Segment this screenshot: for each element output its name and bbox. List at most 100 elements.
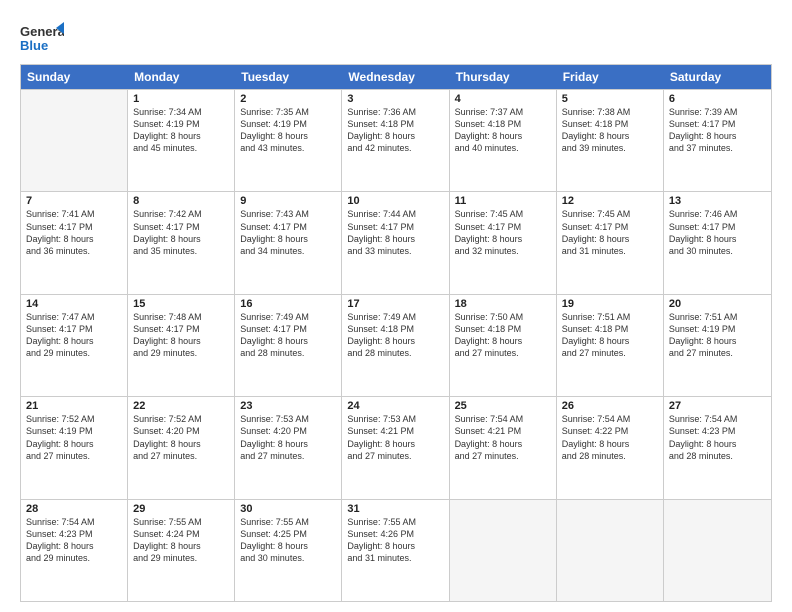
day-info: Sunrise: 7:54 AMSunset: 4:21 PMDaylight:… — [455, 413, 551, 462]
day-cell-27: 27Sunrise: 7:54 AMSunset: 4:23 PMDayligh… — [664, 397, 771, 498]
day-number: 5 — [562, 93, 658, 105]
day-number: 9 — [240, 195, 336, 207]
day-cell-13: 13Sunrise: 7:46 AMSunset: 4:17 PMDayligh… — [664, 192, 771, 293]
day-number: 16 — [240, 298, 336, 310]
day-info: Sunrise: 7:51 AMSunset: 4:19 PMDaylight:… — [669, 311, 766, 360]
day-number: 10 — [347, 195, 443, 207]
header-day-friday: Friday — [557, 65, 664, 89]
day-cell-3: 3Sunrise: 7:36 AMSunset: 4:18 PMDaylight… — [342, 90, 449, 191]
day-info: Sunrise: 7:42 AMSunset: 4:17 PMDaylight:… — [133, 208, 229, 257]
day-cell-20: 20Sunrise: 7:51 AMSunset: 4:19 PMDayligh… — [664, 295, 771, 396]
day-cell-4: 4Sunrise: 7:37 AMSunset: 4:18 PMDaylight… — [450, 90, 557, 191]
day-cell-31: 31Sunrise: 7:55 AMSunset: 4:26 PMDayligh… — [342, 500, 449, 601]
empty-cell — [557, 500, 664, 601]
empty-cell — [450, 500, 557, 601]
day-info: Sunrise: 7:34 AMSunset: 4:19 PMDaylight:… — [133, 106, 229, 155]
day-cell-19: 19Sunrise: 7:51 AMSunset: 4:18 PMDayligh… — [557, 295, 664, 396]
day-info: Sunrise: 7:46 AMSunset: 4:17 PMDaylight:… — [669, 208, 766, 257]
day-info: Sunrise: 7:55 AMSunset: 4:25 PMDaylight:… — [240, 516, 336, 565]
day-number: 3 — [347, 93, 443, 105]
header-day-monday: Monday — [128, 65, 235, 89]
empty-cell — [21, 90, 128, 191]
day-info: Sunrise: 7:48 AMSunset: 4:17 PMDaylight:… — [133, 311, 229, 360]
day-cell-8: 8Sunrise: 7:42 AMSunset: 4:17 PMDaylight… — [128, 192, 235, 293]
day-number: 19 — [562, 298, 658, 310]
day-number: 26 — [562, 400, 658, 412]
svg-text:Blue: Blue — [20, 38, 48, 53]
calendar-row-0: 1Sunrise: 7:34 AMSunset: 4:19 PMDaylight… — [21, 89, 771, 191]
day-number: 1 — [133, 93, 229, 105]
day-cell-9: 9Sunrise: 7:43 AMSunset: 4:17 PMDaylight… — [235, 192, 342, 293]
day-info: Sunrise: 7:41 AMSunset: 4:17 PMDaylight:… — [26, 208, 122, 257]
day-cell-26: 26Sunrise: 7:54 AMSunset: 4:22 PMDayligh… — [557, 397, 664, 498]
day-number: 28 — [26, 503, 122, 515]
day-info: Sunrise: 7:47 AMSunset: 4:17 PMDaylight:… — [26, 311, 122, 360]
day-number: 21 — [26, 400, 122, 412]
day-cell-25: 25Sunrise: 7:54 AMSunset: 4:21 PMDayligh… — [450, 397, 557, 498]
day-cell-1: 1Sunrise: 7:34 AMSunset: 4:19 PMDaylight… — [128, 90, 235, 191]
header-day-saturday: Saturday — [664, 65, 771, 89]
day-cell-14: 14Sunrise: 7:47 AMSunset: 4:17 PMDayligh… — [21, 295, 128, 396]
svg-text:General: General — [20, 24, 64, 39]
day-info: Sunrise: 7:55 AMSunset: 4:24 PMDaylight:… — [133, 516, 229, 565]
day-cell-12: 12Sunrise: 7:45 AMSunset: 4:17 PMDayligh… — [557, 192, 664, 293]
day-info: Sunrise: 7:44 AMSunset: 4:17 PMDaylight:… — [347, 208, 443, 257]
day-number: 11 — [455, 195, 551, 207]
day-number: 8 — [133, 195, 229, 207]
day-cell-10: 10Sunrise: 7:44 AMSunset: 4:17 PMDayligh… — [342, 192, 449, 293]
day-info: Sunrise: 7:45 AMSunset: 4:17 PMDaylight:… — [455, 208, 551, 257]
day-cell-18: 18Sunrise: 7:50 AMSunset: 4:18 PMDayligh… — [450, 295, 557, 396]
day-cell-16: 16Sunrise: 7:49 AMSunset: 4:17 PMDayligh… — [235, 295, 342, 396]
calendar-row-2: 14Sunrise: 7:47 AMSunset: 4:17 PMDayligh… — [21, 294, 771, 396]
day-cell-28: 28Sunrise: 7:54 AMSunset: 4:23 PMDayligh… — [21, 500, 128, 601]
logo-icon: General Blue — [20, 20, 64, 56]
day-number: 29 — [133, 503, 229, 515]
day-number: 22 — [133, 400, 229, 412]
day-info: Sunrise: 7:35 AMSunset: 4:19 PMDaylight:… — [240, 106, 336, 155]
day-number: 20 — [669, 298, 766, 310]
day-info: Sunrise: 7:39 AMSunset: 4:17 PMDaylight:… — [669, 106, 766, 155]
calendar: SundayMondayTuesdayWednesdayThursdayFrid… — [20, 64, 772, 602]
day-cell-11: 11Sunrise: 7:45 AMSunset: 4:17 PMDayligh… — [450, 192, 557, 293]
day-number: 24 — [347, 400, 443, 412]
day-number: 17 — [347, 298, 443, 310]
day-info: Sunrise: 7:52 AMSunset: 4:20 PMDaylight:… — [133, 413, 229, 462]
day-info: Sunrise: 7:50 AMSunset: 4:18 PMDaylight:… — [455, 311, 551, 360]
day-number: 31 — [347, 503, 443, 515]
day-info: Sunrise: 7:54 AMSunset: 4:22 PMDaylight:… — [562, 413, 658, 462]
day-info: Sunrise: 7:51 AMSunset: 4:18 PMDaylight:… — [562, 311, 658, 360]
day-info: Sunrise: 7:49 AMSunset: 4:17 PMDaylight:… — [240, 311, 336, 360]
day-number: 25 — [455, 400, 551, 412]
calendar-header: SundayMondayTuesdayWednesdayThursdayFrid… — [21, 65, 771, 89]
day-info: Sunrise: 7:54 AMSunset: 4:23 PMDaylight:… — [26, 516, 122, 565]
day-info: Sunrise: 7:38 AMSunset: 4:18 PMDaylight:… — [562, 106, 658, 155]
day-cell-6: 6Sunrise: 7:39 AMSunset: 4:17 PMDaylight… — [664, 90, 771, 191]
calendar-body: 1Sunrise: 7:34 AMSunset: 4:19 PMDaylight… — [21, 89, 771, 601]
page: General Blue SundayMondayTuesdayWednesda… — [0, 0, 792, 612]
day-cell-30: 30Sunrise: 7:55 AMSunset: 4:25 PMDayligh… — [235, 500, 342, 601]
empty-cell — [664, 500, 771, 601]
day-cell-29: 29Sunrise: 7:55 AMSunset: 4:24 PMDayligh… — [128, 500, 235, 601]
day-cell-5: 5Sunrise: 7:38 AMSunset: 4:18 PMDaylight… — [557, 90, 664, 191]
day-number: 18 — [455, 298, 551, 310]
day-number: 23 — [240, 400, 336, 412]
header-day-sunday: Sunday — [21, 65, 128, 89]
day-cell-17: 17Sunrise: 7:49 AMSunset: 4:18 PMDayligh… — [342, 295, 449, 396]
calendar-row-4: 28Sunrise: 7:54 AMSunset: 4:23 PMDayligh… — [21, 499, 771, 601]
day-info: Sunrise: 7:55 AMSunset: 4:26 PMDaylight:… — [347, 516, 443, 565]
day-number: 30 — [240, 503, 336, 515]
header: General Blue — [20, 16, 772, 56]
header-day-wednesday: Wednesday — [342, 65, 449, 89]
day-cell-24: 24Sunrise: 7:53 AMSunset: 4:21 PMDayligh… — [342, 397, 449, 498]
day-info: Sunrise: 7:52 AMSunset: 4:19 PMDaylight:… — [26, 413, 122, 462]
day-number: 2 — [240, 93, 336, 105]
day-cell-15: 15Sunrise: 7:48 AMSunset: 4:17 PMDayligh… — [128, 295, 235, 396]
header-day-thursday: Thursday — [450, 65, 557, 89]
day-info: Sunrise: 7:36 AMSunset: 4:18 PMDaylight:… — [347, 106, 443, 155]
day-info: Sunrise: 7:49 AMSunset: 4:18 PMDaylight:… — [347, 311, 443, 360]
day-cell-23: 23Sunrise: 7:53 AMSunset: 4:20 PMDayligh… — [235, 397, 342, 498]
logo: General Blue — [20, 20, 64, 56]
day-number: 7 — [26, 195, 122, 207]
day-info: Sunrise: 7:53 AMSunset: 4:21 PMDaylight:… — [347, 413, 443, 462]
day-info: Sunrise: 7:54 AMSunset: 4:23 PMDaylight:… — [669, 413, 766, 462]
